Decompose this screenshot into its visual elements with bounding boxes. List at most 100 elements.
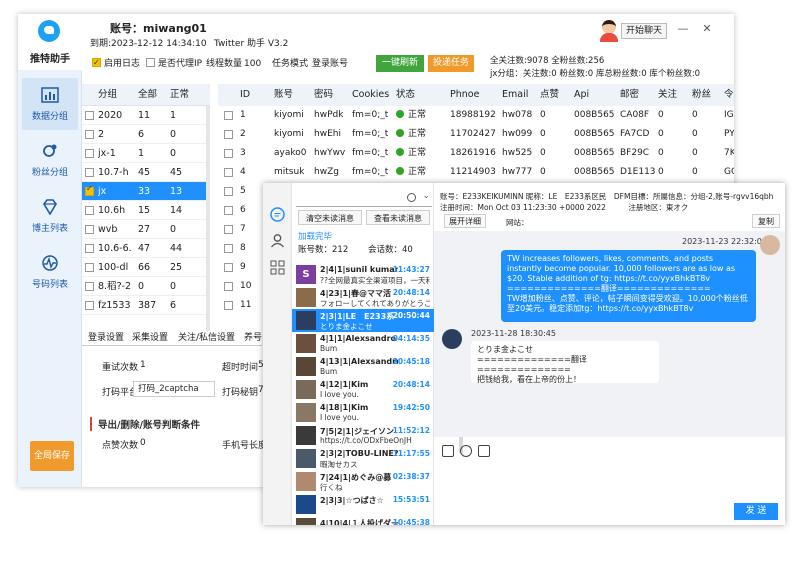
sidebar-item-data-groups[interactable]: 数据分组 [22,78,78,130]
group-row[interactable]: 2020 11 1 [82,106,210,125]
tab-follow-dm-settings[interactable]: 关注/私信设置 [178,330,235,343]
my-avatar [760,235,780,255]
captcha-platform-select[interactable]: 打码_2captcha [133,381,215,397]
sidebar-item-blogger-list[interactable]: 博主列表 [22,190,78,242]
send-button[interactable]: 发 送 [734,503,778,520]
group-row[interactable]: jx-1 1 0 [82,144,210,163]
retry-input[interactable]: 1 [140,360,146,370]
cell-token: IG77 [724,110,734,120]
group-cell-all: 6 [138,129,145,140]
tab-collect-settings[interactable]: 采集设置 [132,330,168,343]
table-row[interactable]: 4 mitsuk hwZg fm=0;_t 正常 11214903 hw777 0 008B56… [218,163,734,182]
group-table-scrollbar[interactable] [206,106,210,331]
checkbox-icon[interactable] [224,244,233,253]
group-row[interactable]: 10.7-h 45 45 [82,163,210,182]
global-save-button[interactable]: 全局保存 [30,441,74,471]
group-cell-normal: 25 [170,262,183,273]
task-mode-label: 任务模式 [272,59,309,69]
checkbox-icon[interactable] [85,149,94,158]
table-row[interactable]: 3 ayako0 hwYwv fm=0;_t 正常 18261916 hw525 0 008B5… [218,144,734,163]
checkbox-icon[interactable] [85,130,94,139]
search-input[interactable]: ⌄ [296,191,432,207]
conversation-item[interactable]: 2|3|1|LE E233系 20:50:44 とりま金よこせ [292,309,434,332]
conversation-item[interactable]: 4|1|1|Alexsandro 04:14:35 Bum [292,332,434,355]
checkbox-icon[interactable] [224,111,233,120]
checkbox-icon[interactable] [85,184,94,196]
group-row[interactable]: 10.6-6. 47 44 [82,239,210,258]
group-row[interactable]: 8.稻?-2 0 0 [82,277,210,296]
conversation-item[interactable]: 4|10|4|１人投げダー10:45:38なんですか [292,516,434,525]
cell-cookie: fm=0;_t [352,110,389,120]
group-row[interactable]: wvb 27 0 [82,220,210,239]
sidebar-item-number-list[interactable]: 号码列表 [22,246,78,298]
conversation-item[interactable]: 7|24|1|めぐみ@募 02:38:37 行くね [292,470,434,493]
checkbox-icon[interactable] [85,111,94,120]
checkbox-icon[interactable] [85,301,94,310]
cell-id: 7 [240,224,246,234]
version-label: Twitter 助手 V3.2 [214,39,289,49]
checkbox-icon[interactable] [85,206,94,215]
group-row[interactable]: 100-dl 66 25 [82,258,210,277]
deliver-task-button[interactable]: 投递任务 [428,55,474,72]
sidebar-item-fans-groups[interactable]: 粉丝分组 [22,134,78,186]
conversation-item[interactable]: 4|23|1|春@ママ活 20:48:14 フォローしてくれてありがとうござ [292,286,434,309]
checkbox-icon[interactable] [224,149,233,158]
group-row[interactable]: fz1533 387 6 [82,296,210,315]
start-chat-button[interactable]: 开始聊天 [621,23,667,39]
checkbox-icon[interactable] [85,263,94,272]
group-cell-name: 10.6-6. [98,243,132,254]
copy-button[interactable]: 复制 [752,214,780,228]
refresh-button[interactable]: 一键刷新 [376,55,424,72]
tab-nurture[interactable]: 养号 [244,330,262,343]
conversation-item[interactable]: 4|13|1|Alexsandro 20:45:18 Bum [292,355,434,378]
checkbox-icon[interactable] [85,282,94,291]
conversation-item[interactable]: S 2|4|1|sunil kumar 11:43:27 ??全网最真实全渠道项目，一… [292,263,434,286]
checkbox-icon[interactable] [85,168,94,177]
checkbox-icon[interactable] [85,244,94,253]
conversation-item[interactable]: 4|18|1|Kim 19:42:50 I love you. [292,401,434,424]
checkbox-icon[interactable] [224,282,233,291]
checkbox-icon[interactable] [224,130,233,139]
minimize-icon[interactable]: — [676,22,690,36]
table-row[interactable]: 1 kiyomi hwPdk fm=0;_t 正常 18988192 hw078 0 008B5… [218,106,734,125]
cell-pwd: hwZg [314,167,339,177]
checkbox-icon[interactable] [224,225,233,234]
retry-label: 重试次数 [102,363,139,373]
contacts-icon[interactable] [270,233,285,248]
group-row[interactable]: jx 33 13 [82,182,210,201]
threads-input[interactable]: 100 [244,56,261,72]
group-row[interactable]: 10.6h 15 14 [82,201,210,220]
task-mode-select[interactable]: 登录账号 [312,56,348,72]
conversation-item[interactable]: 2|3|3|☆つばさ☆ 15:53:51 [292,493,434,516]
chevron-down-icon[interactable]: ⌄ [422,191,430,201]
group-row[interactable]: 2 6 0 [82,125,210,144]
checkbox-icon[interactable] [85,225,94,234]
expand-details-button[interactable]: 展开详细 [444,214,486,228]
status-dot-icon [396,167,404,175]
conversation-item[interactable]: 2|3|2|TOBU-LINE? 11:17:55 暇淘せカス [292,447,434,470]
tab-login-settings[interactable]: 登录设置 [88,330,124,343]
chat-bubble-icon[interactable] [270,207,285,222]
cell-mailpwd: CA08F [620,110,650,120]
checkbox-icon[interactable] [224,263,233,272]
enable-log-checkbox[interactable]: 启用日志 [92,55,140,72]
checkbox-icon[interactable] [224,301,233,310]
use-proxy-checkbox[interactable]: 是否代理IP [146,56,202,72]
file-icon[interactable] [478,445,490,457]
clear-unread-button[interactable]: 清空未读消息 [298,210,362,225]
image-icon[interactable] [442,445,454,457]
column-header: 令牌 [724,89,734,100]
view-unread-button[interactable]: 查看未读消息 [366,210,430,225]
group-cell-all: 47 [138,243,151,254]
checkbox-icon[interactable] [224,206,233,215]
table-row[interactable]: 2 kiyomi hwEhi fm=0;_t 正常 11702427 hw099 0 008B5… [218,125,734,144]
emoji-icon[interactable] [460,445,472,457]
checkbox-icon[interactable] [224,187,233,196]
checkbox-icon[interactable] [224,168,233,177]
close-icon[interactable]: ✕ [700,22,714,36]
apps-grid-icon[interactable] [270,260,285,275]
conversation-item[interactable]: 7|5|2|1|ジェイソン 11:52:12 https://t.co/ODxFbe… [292,424,434,447]
cell-follow: 0 [658,167,664,177]
likes-input[interactable]: 0 [140,438,146,448]
conversation-item[interactable]: 4|12|1|Kim 20:48:14 I love you. [292,378,434,401]
